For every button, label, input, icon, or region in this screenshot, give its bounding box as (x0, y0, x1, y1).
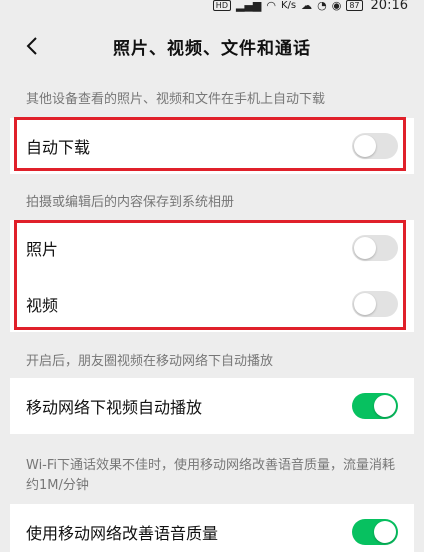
auto-download-section-label: 其他设备查看的照片、视频和文件在手机上自动下载 (26, 92, 326, 107)
toggle-knob (374, 521, 396, 543)
toggle-knob (374, 395, 396, 417)
save-to-album-card: 照片 视频 (10, 220, 414, 332)
signal-icon: ▂▄▆ (235, 0, 262, 12)
voice-quality-card: 使用移动网络改善语音质量 (10, 504, 414, 552)
save-to-album-section-label: 拍摄或编辑后的内容保存到系统相册 (26, 195, 235, 210)
wifi-icon: ◠ (266, 0, 276, 12)
chevron-left-icon (26, 37, 37, 55)
status-bar: HD ▂▄▆ ◠ K/s ☁ ◔ ◉ 87 20:16 (0, 0, 424, 16)
moments-autoplay-section-label: 开启后，朋友圈视频在移动网络下自动播放 (26, 354, 274, 369)
voice-quality-section-label: Wi-Fi下通话效果不佳时，使用移动网络改善语音质量，流量消耗约1M/分钟 (26, 458, 396, 493)
navigation-bar: 照片、视频、文件和通话 (0, 16, 424, 76)
eye-icon: ◉ (331, 0, 342, 12)
moments-autoplay-toggle[interactable] (352, 393, 398, 419)
voice-quality-toggle[interactable] (352, 519, 398, 545)
photo-row[interactable]: 照片 (10, 220, 414, 276)
auto-download-toggle[interactable] (352, 133, 398, 159)
network-speed: K/s (280, 0, 297, 11)
video-row[interactable]: 视频 (10, 276, 414, 332)
alarm-icon: ◔ (317, 0, 327, 12)
voice-quality-row[interactable]: 使用移动网络改善语音质量 (10, 504, 414, 552)
moments-autoplay-row[interactable]: 移动网络下视频自动播放 (10, 378, 414, 434)
photo-toggle[interactable] (352, 235, 398, 261)
auto-download-row[interactable]: 自动下载 (10, 118, 414, 174)
page-title: 照片、视频、文件和通话 (113, 38, 311, 59)
battery-indicator: 87 (346, 0, 363, 11)
auto-download-card: 自动下载 (10, 118, 414, 174)
hd-badge: HD (212, 0, 231, 11)
cloud-icon: ☁ (301, 0, 313, 12)
toggle-knob (354, 135, 376, 157)
toggle-knob (354, 237, 376, 259)
status-icons: HD ▂▄▆ ◠ K/s ☁ ◔ ◉ 87 (212, 0, 363, 12)
back-button[interactable] (18, 32, 46, 60)
clock: 20:16 (370, 0, 408, 13)
toggle-knob (354, 293, 376, 315)
video-toggle[interactable] (352, 291, 398, 317)
moments-autoplay-card: 移动网络下视频自动播放 (10, 378, 414, 434)
